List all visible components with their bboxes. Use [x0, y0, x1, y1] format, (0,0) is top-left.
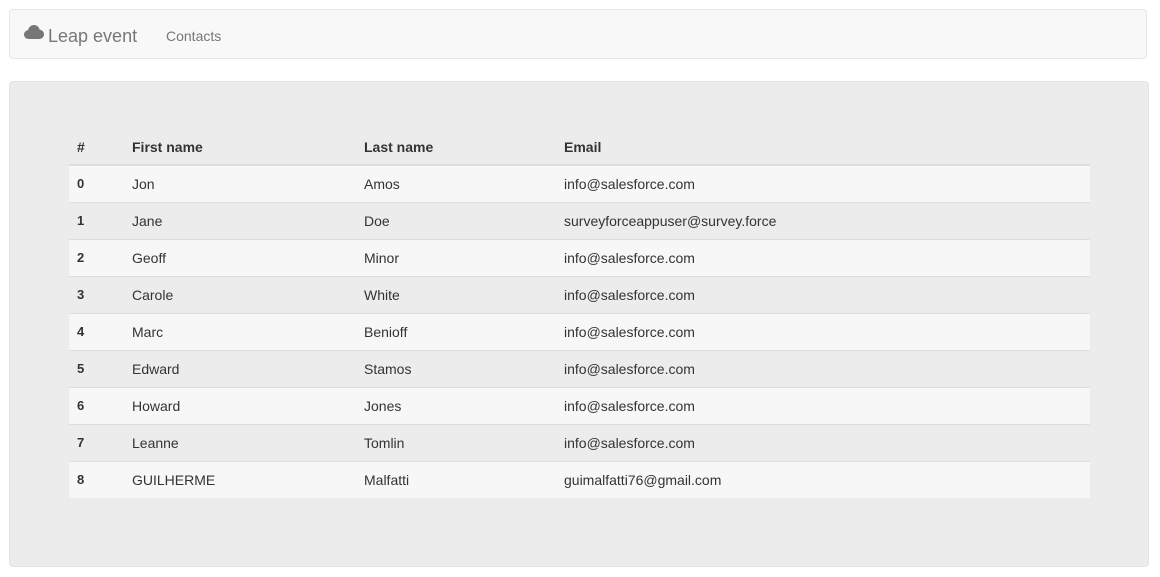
email-cell: guimalfatti76@gmail.com: [556, 460, 1090, 498]
last-name-cell: Tomlin: [356, 423, 556, 461]
first-name-cell: Edward: [124, 349, 356, 387]
last-name-cell: White: [356, 275, 556, 313]
table-row: 4 Marc Benioff info@salesforce.com: [69, 312, 1090, 350]
first-name-cell: Jane: [124, 201, 356, 239]
row-index: 3: [69, 275, 124, 313]
first-name-cell: Howard: [124, 386, 356, 424]
email-cell: info@salesforce.com: [564, 175, 695, 192]
row-index: 0: [77, 176, 85, 192]
column-header-last-name: Last name: [356, 129, 556, 166]
last-name-cell: Doe: [356, 201, 556, 239]
contacts-table: # First name Last name Email 0 Jon Amos inf…: [69, 129, 1090, 498]
column-header-first-name: First name: [124, 129, 356, 166]
row-index: 5: [69, 349, 124, 387]
column-header-email: Email: [556, 129, 1090, 166]
table-row: 2 Geoff Minor info@salesforce.com: [69, 238, 1090, 276]
last-name-cell: Malfatti: [356, 460, 556, 498]
table-row: 7 Leanne Tomlin info@salesforce.com: [69, 423, 1090, 461]
first-name-cell: Carole: [124, 275, 356, 313]
email-cell: info@salesforce.com: [556, 386, 1090, 424]
table-row: 0 Jon Amos info@salesforce.com: [69, 165, 1090, 202]
first-name-cell: Jon: [132, 175, 155, 192]
column-header-index: #: [69, 129, 124, 166]
last-name-cell: Jones: [356, 386, 556, 424]
cloud-icon: [24, 25, 44, 41]
first-name-cell: Leanne: [124, 423, 356, 461]
brand-label: Leap event: [48, 26, 138, 46]
navbar: Leap event Contacts: [9, 9, 1147, 59]
first-name-cell: Geoff: [124, 238, 356, 276]
table-header-row: # First name Last name Email: [69, 129, 1090, 166]
row-index: 4: [69, 312, 124, 350]
table-row: 1 Jane Doe surveyforceappuser@survey.force: [69, 201, 1090, 239]
nav-link-contacts[interactable]: Contacts: [166, 26, 221, 46]
email-cell: info@salesforce.com: [556, 238, 1090, 276]
last-name-cell: Benioff: [356, 312, 556, 350]
row-index: 8: [69, 460, 124, 498]
row-index: 7: [69, 423, 124, 461]
last-name-cell: Minor: [356, 238, 556, 276]
row-index: 6: [69, 386, 124, 424]
first-name-cell: Marc: [124, 312, 356, 350]
email-cell: info@salesforce.com: [556, 275, 1090, 313]
first-name-cell: GUILHERME: [124, 460, 356, 498]
last-name-cell: Stamos: [356, 349, 556, 387]
content-well: # First name Last name Email 0 Jon Amos inf…: [9, 81, 1149, 567]
brand-link[interactable]: Leap event: [24, 24, 137, 48]
row-index: 1: [69, 201, 124, 239]
table-body: 0 Jon Amos info@salesforce.com 1 Jane Doe surve…: [69, 165, 1090, 498]
row-index: 2: [69, 238, 124, 276]
table-row: 6 Howard Jones info@salesforce.com: [69, 386, 1090, 424]
table-row: 5 Edward Stamos info@salesforce.com: [69, 349, 1090, 387]
email-cell: info@salesforce.com: [556, 423, 1090, 461]
email-cell: info@salesforce.com: [556, 312, 1090, 350]
email-cell: info@salesforce.com: [556, 349, 1090, 387]
table-row: 3 Carole White info@salesforce.com: [69, 275, 1090, 313]
table-row: 8 GUILHERME Malfatti guimalfatti76@gmail.co…: [69, 460, 1090, 498]
email-cell: surveyforceappuser@survey.force: [556, 201, 1090, 239]
last-name-cell: Amos: [364, 175, 400, 192]
